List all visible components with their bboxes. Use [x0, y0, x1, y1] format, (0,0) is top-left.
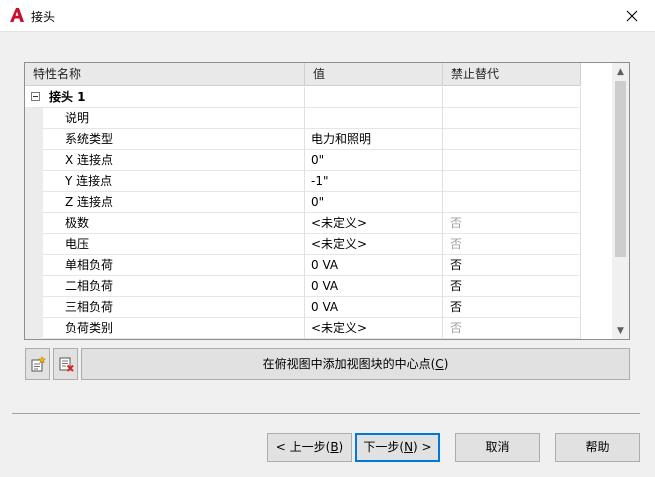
property-override: 否 [443, 213, 581, 234]
property-row[interactable]: 电压 <未定义> 否 [25, 234, 581, 255]
property-name: 系统类型 [43, 129, 305, 150]
property-row[interactable]: Z 连接点 0" [25, 192, 581, 213]
property-value[interactable]: 0 VA [305, 297, 443, 318]
property-name: 负荷类别 [43, 318, 305, 339]
row-gutter [25, 108, 43, 129]
row-gutter [25, 129, 43, 150]
row-gutter [25, 234, 43, 255]
property-override [443, 150, 581, 171]
next-access-key: N [404, 440, 414, 454]
property-row[interactable]: 系统类型 电力和照明 [25, 129, 581, 150]
group-value-cell [305, 87, 443, 108]
row-gutter [25, 255, 43, 276]
new-connector-icon [31, 356, 46, 372]
back-label: < 上一步( [275, 440, 331, 454]
group-row-connector-1[interactable]: 接头 1 [25, 87, 581, 108]
header-property-name[interactable]: 特性名称 [25, 63, 305, 86]
back-access-key: B [330, 440, 339, 454]
property-name: 二相负荷 [43, 276, 305, 297]
next-label: 下一步( [363, 440, 405, 454]
property-row[interactable]: Y 连接点 -1" [25, 171, 581, 192]
property-override [443, 192, 581, 213]
vertical-scrollbar[interactable]: ▲ ▼ [612, 63, 629, 339]
back-label-end: ) [338, 440, 344, 454]
collapse-toggle-icon[interactable] [31, 92, 40, 101]
property-value[interactable]: 0 VA [305, 276, 443, 297]
window-title: 接头 [31, 10, 56, 24]
scroll-thumb[interactable] [615, 81, 626, 257]
new-connector-button[interactable] [25, 348, 50, 380]
property-override[interactable]: 否 [443, 276, 581, 297]
property-override[interactable]: 否 [443, 297, 581, 318]
next-button[interactable]: 下一步(N) > [355, 433, 440, 462]
property-value[interactable] [305, 108, 443, 129]
row-gutter [25, 318, 43, 339]
property-grid-body: 特性名称 值 禁止替代 接头 1 说明 系统类型 电力和照明 X 连接点 0" [25, 63, 612, 339]
property-value[interactable]: <未定义> [305, 234, 443, 255]
row-gutter [25, 213, 43, 234]
next-label-end: ) > [413, 440, 432, 454]
close-icon [626, 10, 638, 21]
delete-connector-button[interactable] [53, 348, 78, 380]
footer-separator [12, 413, 640, 414]
add-center-point-access-key: C [435, 357, 444, 371]
property-row[interactable]: 负荷类别 <未定义> 否 [25, 318, 581, 339]
row-gutter [25, 276, 43, 297]
autocad-a-icon [10, 8, 24, 22]
add-center-point-label-end: ) [443, 357, 449, 371]
property-name: 说明 [43, 108, 305, 129]
property-row[interactable]: 二相负荷 0 VA 否 [25, 276, 581, 297]
property-name: 三相负荷 [43, 297, 305, 318]
group-override-cell [443, 87, 581, 108]
property-value[interactable]: 0" [305, 192, 443, 213]
property-row[interactable]: X 连接点 0" [25, 150, 581, 171]
property-name: Z 连接点 [43, 192, 305, 213]
property-name: Y 连接点 [43, 171, 305, 192]
help-button[interactable]: 帮助 [555, 433, 640, 462]
property-name: X 连接点 [43, 150, 305, 171]
scroll-down-icon[interactable]: ▼ [612, 322, 629, 339]
group-label: 接头 1 [43, 87, 305, 108]
row-gutter [25, 171, 43, 192]
header-value[interactable]: 值 [305, 63, 443, 86]
property-override [443, 171, 581, 192]
header-filler [581, 63, 612, 86]
close-button[interactable] [609, 0, 655, 31]
add-center-point-button[interactable]: 在俯视图中添加视图块的中心点(C) [81, 348, 630, 380]
property-name: 电压 [43, 234, 305, 255]
property-row[interactable]: 三相负荷 0 VA 否 [25, 297, 581, 318]
back-button[interactable]: < 上一步(B) [267, 433, 352, 462]
property-name: 极数 [43, 213, 305, 234]
add-center-point-label: 在俯视图中添加视图块的中心点( [262, 357, 436, 371]
header-override[interactable]: 禁止替代 [443, 63, 581, 86]
property-value[interactable]: 0" [305, 150, 443, 171]
row-gutter [25, 192, 43, 213]
property-value[interactable]: 0 VA [305, 255, 443, 276]
cancel-button[interactable]: 取消 [455, 433, 540, 462]
property-value[interactable]: -1" [305, 171, 443, 192]
property-value[interactable]: <未定义> [305, 318, 443, 339]
grid-header: 特性名称 值 禁止替代 [25, 63, 612, 86]
delete-connector-icon [59, 357, 74, 372]
property-override [443, 108, 581, 129]
row-gutter [25, 150, 43, 171]
property-value[interactable]: <未定义> [305, 213, 443, 234]
property-row[interactable]: 单相负荷 0 VA 否 [25, 255, 581, 276]
property-override: 否 [443, 318, 581, 339]
property-override: 否 [443, 234, 581, 255]
property-name: 单相负荷 [43, 255, 305, 276]
title-bar: 接头 [0, 0, 655, 32]
property-row[interactable]: 说明 [25, 108, 581, 129]
scroll-up-icon[interactable]: ▲ [612, 63, 629, 80]
property-row[interactable]: 极数 <未定义> 否 [25, 213, 581, 234]
property-value[interactable]: 电力和照明 [305, 129, 443, 150]
row-gutter [25, 297, 43, 318]
property-grid[interactable]: 特性名称 值 禁止替代 接头 1 说明 系统类型 电力和照明 X 连接点 0" [24, 62, 630, 340]
property-override[interactable]: 否 [443, 255, 581, 276]
property-override [443, 129, 581, 150]
